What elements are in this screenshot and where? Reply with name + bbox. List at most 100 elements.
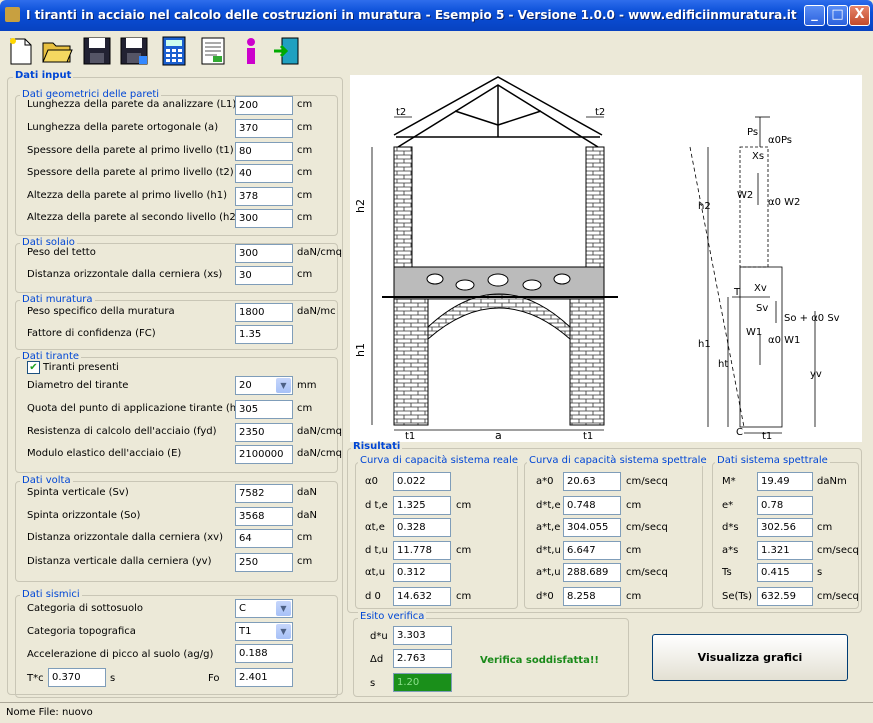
input-geo-3[interactable]: 40 (235, 164, 293, 183)
unit-sistema-5: cm/secq (817, 591, 859, 602)
label-categoria-sottosuolo: Categoria di sottosuolo (27, 603, 144, 614)
input-geo-5[interactable]: 300 (235, 209, 293, 228)
label-t1-right: t1 (583, 431, 593, 442)
input-fo[interactable]: 2.401 (235, 668, 293, 687)
input-volta-0[interactable]: 7582 (235, 484, 293, 503)
label-geo-1: Lunghezza della parete ortogonale (a) (27, 122, 219, 133)
input-ag[interactable]: 0.188 (235, 644, 293, 663)
info-icon[interactable] (234, 34, 267, 67)
label-h2: h2 (354, 199, 367, 213)
output-sistema-4: 0.415 (757, 563, 813, 582)
output-reale-3: 11.778 (393, 541, 451, 560)
new-file-icon[interactable] (4, 34, 37, 67)
output-spettrale-5: 8.258 (563, 587, 621, 606)
unit-volta-1: daN (297, 510, 317, 521)
sistema-title: Dati sistema spettrale (715, 455, 830, 466)
results-title: Risultati (351, 441, 403, 452)
save-as-icon[interactable] (117, 34, 150, 67)
input-panel-title: Dati input (13, 70, 74, 81)
label-ag: Accelerazione di picco al suolo (ag/g) (27, 649, 214, 660)
label-C: C (736, 427, 743, 438)
input-tirante-0[interactable]: 305 (235, 400, 293, 419)
reale-title: Curva di capacità sistema reale (358, 455, 520, 466)
unit-spettrale-4: cm/secq (626, 567, 668, 578)
input-volta-3[interactable]: 250 (235, 553, 293, 572)
label-a: a (495, 429, 502, 442)
label-tirante-0: Quota del punto di applicazione tirante … (27, 403, 244, 414)
input-solaio-1[interactable]: 30 (235, 266, 293, 285)
categoria-sottosuolo-select[interactable]: C ▼ (235, 599, 293, 618)
input-muratura-0[interactable]: 1800 (235, 303, 293, 322)
categoria-topografica-value: T1 (239, 626, 252, 637)
label-W2: W2 (737, 190, 753, 201)
label-t1-left: t1 (405, 431, 415, 442)
input-muratura-1[interactable]: 1.35 (235, 325, 293, 344)
label-reale-4: αt,u (365, 567, 386, 578)
report-icon[interactable] (196, 34, 229, 67)
output-reale-0: 0.022 (393, 472, 451, 491)
upper-wall-right (585, 146, 605, 268)
input-tirante-2[interactable]: 2100000 (235, 445, 293, 464)
categoria-topografica-select[interactable]: T1 ▼ (235, 622, 293, 641)
label-t2-right: t2 (595, 107, 605, 118)
label-t2-left: t2 (396, 107, 406, 118)
chevron-down-icon[interactable]: ▼ (276, 378, 291, 393)
diametro-select[interactable]: 20 ▼ (235, 376, 293, 395)
unit-spettrale-3: cm (626, 545, 642, 556)
label-sistema-0: M* (722, 476, 736, 487)
open-folder-icon[interactable] (40, 34, 73, 67)
input-geo-4[interactable]: 378 (235, 187, 293, 206)
unit-volta-0: daN (297, 487, 317, 498)
output-reale-2: 0.328 (393, 518, 451, 537)
unit-geo-1: cm (297, 122, 313, 133)
status-text: Nome File: nuovo (6, 707, 93, 718)
save-icon[interactable] (80, 34, 113, 67)
unit-sistema-4: s (817, 567, 823, 578)
tiranti-checkbox-label: Tiranti presenti (43, 362, 119, 373)
input-volta-2[interactable]: 64 (235, 529, 293, 548)
label-tirante-2: Modulo elastico dell'acciaio (E) (27, 448, 182, 459)
unit-reale-1: cm (456, 500, 472, 511)
spettrale-title: Curva di capacità sistema spettrale (527, 455, 709, 466)
minimize-button[interactable]: _ (804, 5, 825, 26)
input-geo-0[interactable]: 200 (235, 96, 293, 115)
chevron-down-icon[interactable]: ▼ (276, 624, 291, 639)
input-solaio-0[interactable]: 300 (235, 244, 293, 263)
maximize-button[interactable]: □ (827, 5, 848, 26)
input-tirante-1[interactable]: 2350 (235, 423, 293, 442)
unit-spettrale-2: cm/secq (626, 522, 668, 533)
force-schematic (689, 116, 816, 434)
input-geo-1[interactable]: 370 (235, 119, 293, 138)
label-ht: ht (718, 359, 728, 370)
label-spettrale-4: a*t,u (536, 567, 561, 578)
input-tc[interactable]: 0.370 (48, 668, 106, 687)
chevron-down-icon[interactable]: ▼ (276, 601, 291, 616)
output-spettrale-4: 288.689 (563, 563, 621, 582)
label-volta-1: Spinta orizzontale (So) (27, 510, 141, 521)
unit-tc: s (110, 673, 116, 684)
label-geo-3: Spessore della parete al primo livello (… (27, 167, 234, 178)
output-sistema-2: 302.56 (757, 518, 813, 537)
exit-icon[interactable] (270, 34, 303, 67)
calculator-icon[interactable] (157, 34, 190, 67)
app-icon (5, 7, 20, 22)
output-spettrale-0: 20.63 (563, 472, 621, 491)
label-yv: yv (810, 369, 822, 380)
label-categoria-topografica: Categoria topografica (27, 626, 136, 637)
tiranti-checkbox[interactable]: ✔ (27, 361, 40, 374)
input-geo-2[interactable]: 80 (235, 142, 293, 161)
unit-diametro: mm (297, 380, 317, 391)
input-volta-1[interactable]: 3568 (235, 507, 293, 526)
output-spettrale-2: 304.055 (563, 518, 621, 537)
label-spettrale-0: a*0 (536, 476, 554, 487)
label-sistema-4: Ts (722, 567, 732, 578)
label-spettrale-5: d*0 (536, 591, 554, 602)
show-charts-button[interactable]: Visualizza grafici (652, 634, 848, 681)
output-reale-4: 0.312 (393, 563, 451, 582)
label-h2-right: h2 (698, 201, 711, 212)
esito-title: Esito verifica (358, 611, 427, 622)
unit-tirante-0: cm (297, 403, 313, 414)
arch (427, 293, 571, 341)
unit-geo-4: cm (297, 190, 313, 201)
close-button[interactable]: X (849, 5, 870, 26)
